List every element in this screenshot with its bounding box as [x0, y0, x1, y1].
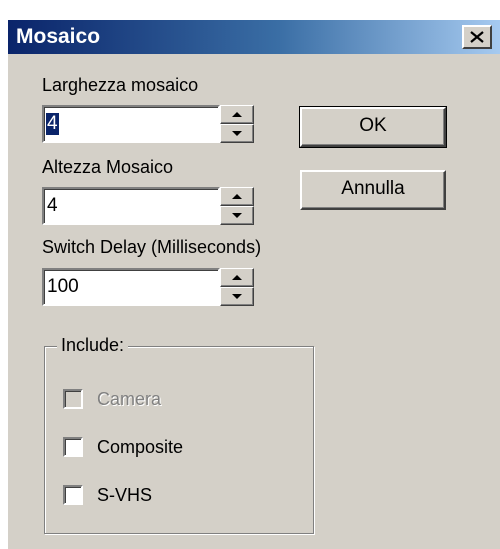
height-spin-up[interactable] — [220, 187, 254, 206]
title-bar[interactable]: Mosaico — [8, 20, 500, 54]
delay-label: Switch Delay (Milliseconds) — [42, 237, 262, 257]
composite-label: Composite — [97, 437, 184, 457]
delay-input[interactable]: 100 — [42, 268, 220, 306]
arrow-down-icon — [232, 294, 242, 299]
svhs-checkbox[interactable] — [63, 485, 83, 505]
height-input[interactable]: 4 — [42, 187, 220, 225]
delay-spin-up[interactable] — [220, 268, 254, 287]
window-title: Mosaico — [16, 25, 101, 48]
width-spin-up[interactable] — [220, 105, 254, 124]
width-input[interactable]: 4 — [42, 105, 220, 143]
delay-value: 100 — [47, 276, 79, 297]
composite-checkbox[interactable] — [63, 437, 83, 457]
width-value: 4 — [46, 113, 59, 135]
include-group: Include: Camera Composite S-VHS — [44, 334, 314, 534]
cancel-button[interactable]: Annulla — [300, 170, 446, 210]
camera-checkbox[interactable] — [63, 389, 83, 409]
arrow-up-icon — [232, 112, 242, 117]
width-label: Larghezza mosaico — [42, 75, 199, 95]
arrow-down-icon — [232, 131, 242, 136]
delay-spinner[interactable] — [220, 268, 254, 306]
height-spinner[interactable] — [220, 187, 254, 225]
width-spinner[interactable] — [220, 105, 254, 143]
height-spin-down[interactable] — [220, 206, 254, 225]
height-value: 4 — [47, 195, 58, 216]
svhs-label: S-VHS — [97, 485, 153, 505]
arrow-up-icon — [232, 194, 242, 199]
mosaico-dialog: Mosaico Larghezza mosaico 4 Altezza Mosa… — [8, 20, 500, 549]
height-label: Altezza Mosaico — [42, 157, 174, 177]
ok-button[interactable]: OK — [299, 106, 447, 148]
arrow-down-icon — [232, 213, 242, 218]
width-spin-down[interactable] — [220, 124, 254, 143]
camera-label: Camera — [97, 389, 162, 409]
close-icon — [470, 31, 484, 43]
include-group-legend: Include: — [57, 334, 129, 356]
close-button[interactable] — [462, 25, 492, 49]
delay-spin-down[interactable] — [220, 287, 254, 306]
arrow-up-icon — [232, 275, 242, 280]
